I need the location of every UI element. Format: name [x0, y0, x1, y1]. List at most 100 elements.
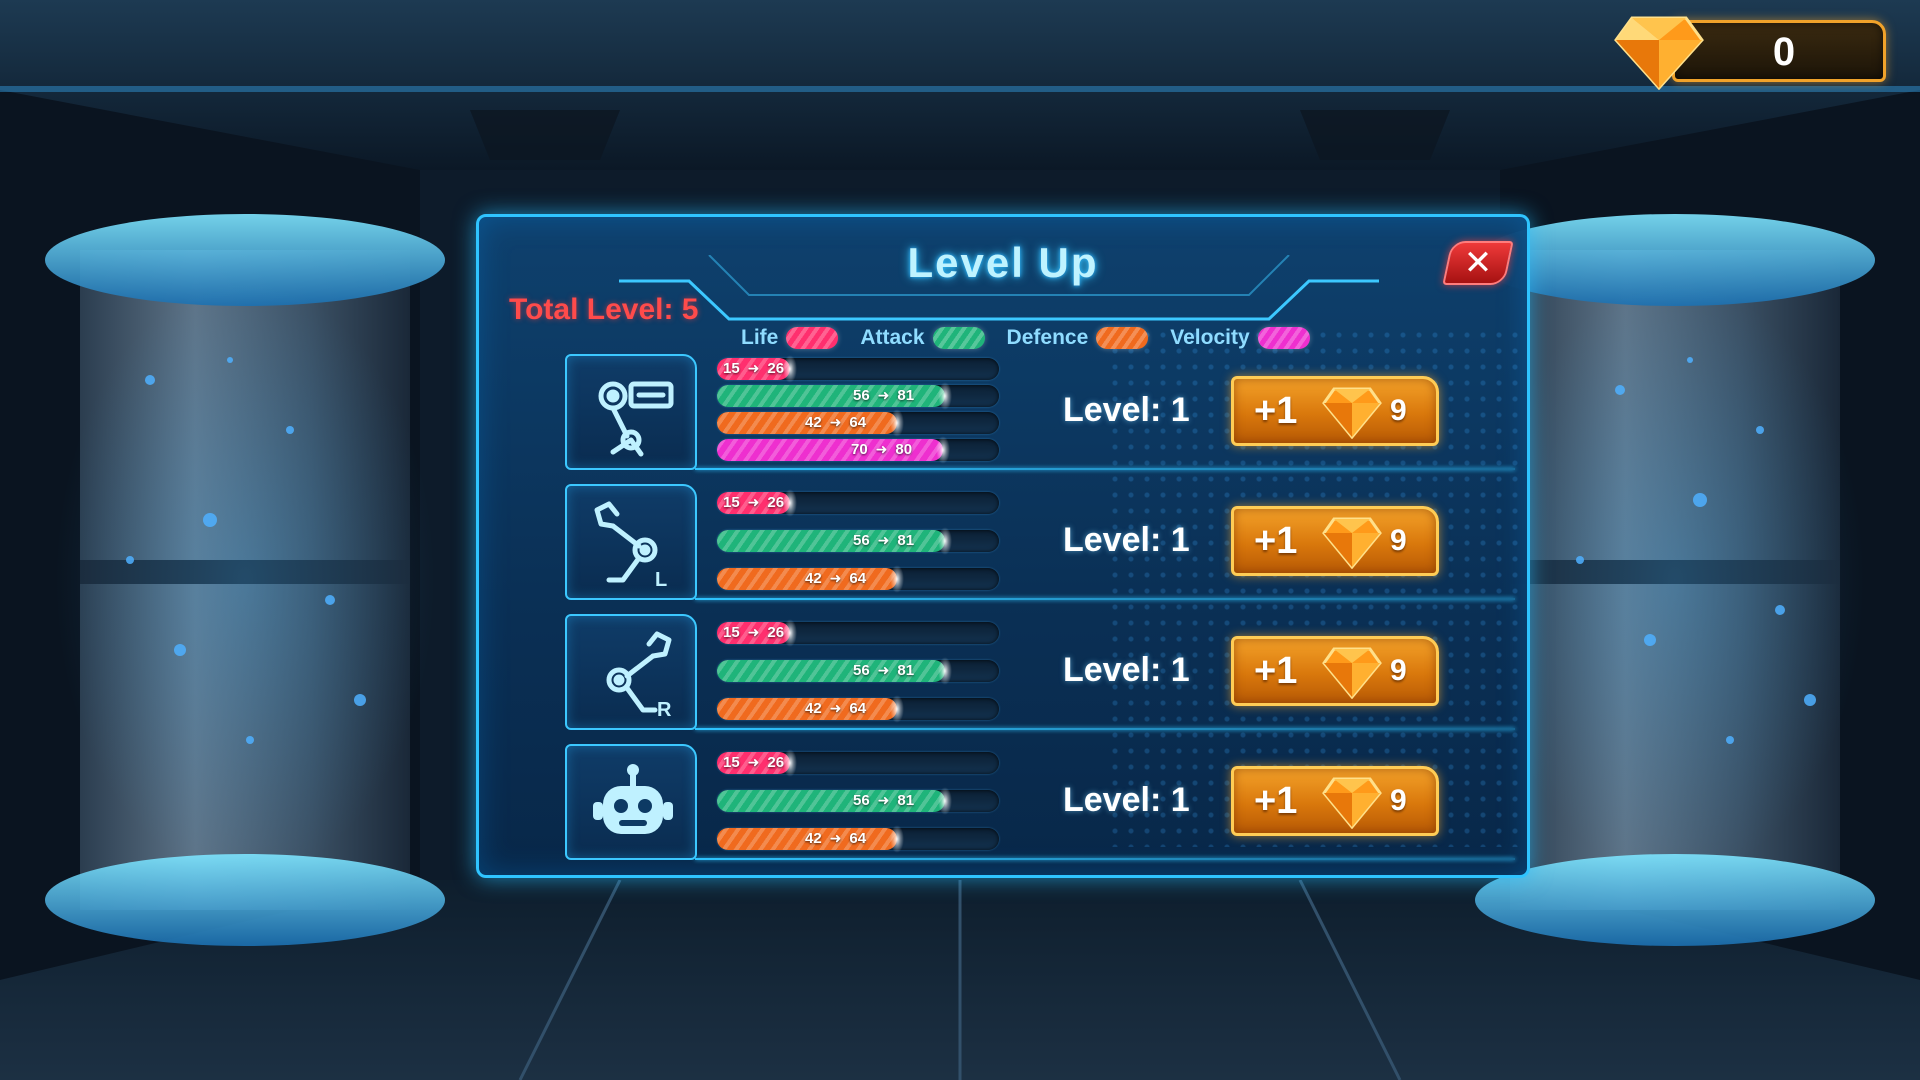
robot-arm-cannon-icon [598, 381, 674, 457]
stat-value: 56 ➜ 81 [853, 660, 914, 682]
upgrade-amount: +1 [1254, 650, 1298, 692]
legend-swatch [932, 327, 985, 349]
arrow-right-icon: ➜ [875, 442, 888, 458]
stat-bar-life: 15 ➜ 26 [717, 749, 999, 777]
stat-legend: Life Attack Defence Velocity [741, 321, 1310, 355]
stat-bar-defence: 42 ➜ 64 [717, 409, 999, 437]
arrow-right-icon: ➜ [877, 663, 890, 679]
svg-text:R: R [657, 699, 672, 721]
stat-next: 26 [767, 754, 785, 771]
upgrade-amount: +1 [1254, 390, 1298, 432]
stat-value: 70 ➜ 80 [851, 439, 912, 461]
part-row: R 15 ➜ 26 56 ➜ 81 42 ➜ 64 Level: 1 +1 9 [565, 612, 1515, 730]
stat-value: 56 ➜ 81 [853, 385, 914, 407]
stat-value: 56 ➜ 81 [853, 530, 914, 552]
stat-bar-attack: 56 ➜ 81 [717, 787, 999, 815]
gem-icon [1322, 647, 1382, 699]
stat-next: 80 [895, 441, 913, 458]
stat-bar-life: 15 ➜ 26 [717, 619, 999, 647]
upgrade-button[interactable]: +1 9 [1231, 766, 1439, 836]
close-button[interactable]: ✕ [1442, 241, 1514, 285]
legend-item-defence: Defence [1007, 326, 1149, 350]
upgrade-cost: 9 [1390, 394, 1407, 427]
arrow-right-icon: ➜ [829, 831, 842, 847]
stat-bar-velocity: 70 ➜ 80 [717, 436, 999, 464]
arrow-right-icon: ➜ [877, 388, 890, 404]
stat-next: 81 [897, 532, 915, 549]
legend-swatch [786, 327, 839, 349]
row-divider [695, 858, 1515, 860]
arrow-right-icon: ➜ [747, 625, 760, 641]
part-icon-card: L [565, 484, 697, 600]
upgrade-button[interactable]: +1 9 [1231, 506, 1439, 576]
stat-value: 15 ➜ 26 [723, 492, 784, 514]
stat-value: 56 ➜ 81 [853, 790, 914, 812]
stat-bar-life: 15 ➜ 26 [717, 355, 999, 383]
stat-current: 56 [853, 532, 870, 549]
stat-next: 64 [849, 414, 867, 431]
stat-bars: 15 ➜ 26 56 ➜ 81 42 ➜ 64 [717, 618, 1001, 726]
stat-bars: 15 ➜ 26 56 ➜ 81 42 ➜ 64 70 ➜ 80 [717, 355, 1001, 466]
legend-label: Velocity [1170, 326, 1250, 349]
stat-current: 42 [805, 570, 822, 587]
stat-current: 56 [853, 387, 870, 404]
stat-bar-attack: 56 ➜ 81 [717, 657, 999, 685]
stat-next: 26 [767, 494, 785, 511]
legend-label: Defence [1006, 326, 1089, 349]
part-level-label: Level: 1 [1063, 391, 1190, 429]
stat-value: 42 ➜ 64 [805, 698, 866, 720]
part-icon-card: R [565, 614, 697, 730]
stat-next: 81 [897, 387, 915, 404]
stat-next: 26 [767, 624, 785, 641]
arrow-right-icon: ➜ [829, 415, 842, 431]
legend-item-attack: Attack [860, 326, 985, 350]
upgrade-button[interactable]: +1 9 [1231, 636, 1439, 706]
gem-icon [1614, 16, 1704, 90]
arrow-right-icon: ➜ [877, 533, 890, 549]
legend-item-life: Life [741, 326, 839, 350]
arrow-right-icon: ➜ [877, 793, 890, 809]
stat-current: 15 [723, 360, 740, 377]
level-up-panel: Level Up ✕ Total Level: 5 Life Attack Defe… [476, 214, 1530, 878]
stat-bars: 15 ➜ 26 56 ➜ 81 42 ➜ 64 [717, 748, 1001, 856]
stat-value: 15 ➜ 26 [723, 622, 784, 644]
stat-current: 15 [723, 494, 740, 511]
upgrade-button[interactable]: +1 9 [1231, 376, 1439, 446]
upgrade-amount: +1 [1254, 520, 1298, 562]
stat-bar-defence: 42 ➜ 64 [717, 825, 999, 853]
close-icon: ✕ [1463, 243, 1493, 283]
robot-head-icon [593, 764, 673, 834]
stat-next: 64 [849, 830, 867, 847]
stat-value: 42 ➜ 64 [805, 412, 866, 434]
upgrade-amount: +1 [1254, 780, 1298, 822]
part-level-label: Level: 1 [1063, 651, 1190, 689]
arrow-right-icon: ➜ [747, 361, 760, 377]
total-level-label: Total Level: 5 [509, 293, 699, 326]
right-arm-claw-icon: R [606, 631, 672, 721]
stat-next: 26 [767, 360, 785, 377]
gem-counter: 0 [1614, 10, 1894, 90]
legend-label: Attack [860, 326, 925, 349]
arrow-right-icon: ➜ [829, 571, 842, 587]
stat-bar-attack: 56 ➜ 81 [717, 382, 999, 410]
left-arm-claw-icon: L [594, 501, 667, 591]
stat-value: 15 ➜ 26 [723, 752, 784, 774]
part-icon-card [565, 744, 697, 860]
legend-swatch [1096, 327, 1149, 349]
stat-next: 64 [849, 700, 867, 717]
upgrade-cost: 9 [1390, 654, 1407, 687]
svg-text:L: L [655, 569, 667, 591]
upgrade-cost: 9 [1390, 784, 1407, 817]
legend-label: Life [741, 326, 779, 349]
stat-next: 81 [897, 792, 915, 809]
legend-item-velocity: Velocity [1170, 326, 1310, 350]
gem-icon [1322, 777, 1382, 829]
part-row: 15 ➜ 26 56 ➜ 81 42 ➜ 64 Level: 1 +1 9 [565, 742, 1515, 860]
stat-next: 81 [897, 662, 915, 679]
arrow-right-icon: ➜ [829, 701, 842, 717]
arrow-right-icon: ➜ [747, 755, 760, 771]
part-icon-card [565, 354, 697, 470]
stat-current: 15 [723, 754, 740, 771]
arrow-right-icon: ➜ [747, 495, 760, 511]
part-level-label: Level: 1 [1063, 521, 1190, 559]
